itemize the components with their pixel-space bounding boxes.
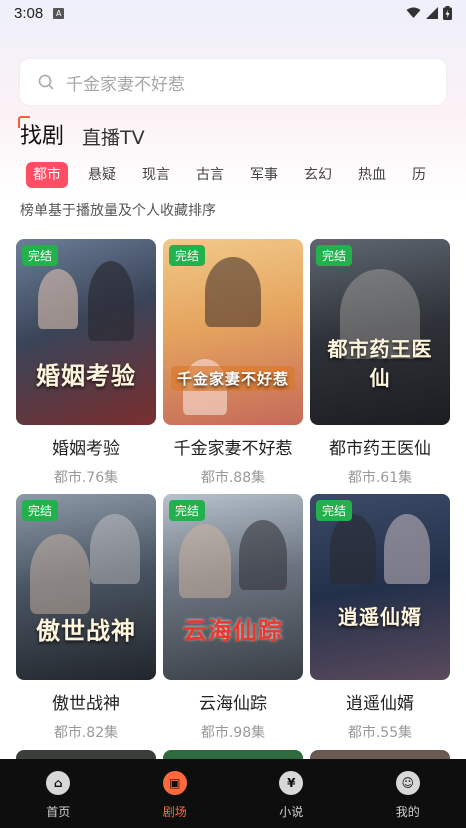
nav-item-profile[interactable]: ☺ 我的 [350, 759, 466, 828]
category-chip-suspense[interactable]: 悬疑 [82, 162, 122, 188]
drama-title: 逍遥仙婿 [346, 694, 414, 714]
nav-label: 首页 [46, 805, 71, 819]
drama-poster: 傲世战神 完结 [16, 494, 156, 680]
category-filter: 都市 悬疑 现言 古言 军事 玄幻 热血历 [26, 162, 466, 188]
novel-icon: ¥ [279, 771, 304, 795]
nav-item-home[interactable]: ⌂ 首页 [0, 759, 117, 828]
search-icon [38, 74, 54, 90]
drama-meta: 都市.98集 [200, 725, 266, 741]
drama-card[interactable]: 逍遥仙婿 完结 逍遥仙婿 都市.55集 [310, 494, 450, 742]
nav-item-novel[interactable]: ¥ 小说 [233, 759, 350, 828]
drama-card[interactable]: 傲世战神 完结 傲世战神 都市.82集 [16, 494, 156, 742]
poster-title-art: 傲世战神 [36, 616, 136, 645]
completed-badge: 完结 [169, 245, 206, 266]
poster-title-art: 都市药王医仙 [327, 337, 433, 390]
nav-item-theater[interactable]: ▣ 剧场 [117, 759, 234, 828]
category-chip-ancient-romance[interactable]: 古言 [190, 162, 230, 188]
drama-card[interactable]: 都市药王医仙 完结 都市药王医仙 都市.61集 [310, 239, 450, 487]
category-chip-history[interactable]: 历 [406, 162, 432, 188]
drama-card[interactable]: 千金家妻不好惹 完结 千金家妻不好惹 都市.88集 [163, 239, 303, 487]
drama-title: 千金家妻不好惹 [173, 439, 293, 459]
nav-label: 我的 [395, 805, 420, 819]
poster-title-art: 婚姻考验 [36, 361, 136, 390]
drama-poster: 云海仙踪 完结 [163, 494, 303, 680]
tab-live-tv[interactable]: 直播TV [82, 123, 145, 150]
drama-meta: 都市.88集 [200, 470, 266, 486]
theater-icon: ▣ [162, 771, 187, 795]
drama-card[interactable]: 婚姻考验 完结 婚姻考验 都市.76集 [16, 239, 156, 487]
completed-badge: 完结 [169, 500, 206, 521]
poster-title-art: 千金家妻不好惹 [171, 366, 295, 391]
category-chip-fantasy[interactable]: 玄幻 [298, 162, 338, 188]
bottom-navigation: ⌂ 首页 ▣ 剧场 ¥ 小说 ☺ 我的 [0, 759, 466, 828]
tab-find-drama[interactable]: 找剧 [17, 116, 64, 150]
category-chip-modern-romance[interactable]: 现言 [136, 162, 176, 188]
drama-meta: 都市.55集 [347, 725, 413, 741]
drama-title: 云海仙踪 [199, 694, 267, 714]
nav-label: 小说 [279, 805, 304, 819]
home-icon: ⌂ [46, 771, 71, 795]
battery-icon [443, 6, 452, 20]
drama-meta: 都市.82集 [53, 725, 119, 741]
drama-poster: 千金家妻不好惹 完结 [163, 239, 303, 425]
completed-badge: 完结 [22, 245, 59, 266]
poster-title-art: 云海仙踪 [183, 616, 283, 645]
category-chip-military[interactable]: 军事 [244, 162, 284, 188]
completed-badge: 完结 [316, 500, 353, 521]
drama-title: 婚姻考验 [52, 439, 120, 459]
drama-meta: 都市.61集 [347, 470, 413, 486]
drama-poster: 逍遥仙婿 完结 [310, 494, 450, 680]
completed-badge: 完结 [22, 500, 59, 521]
profile-icon: ☺ [395, 771, 420, 795]
drama-poster: 都市药王医仙 完结 [310, 239, 450, 425]
ranking-note: 榜单基于播放量及个人收藏排序 [20, 203, 216, 219]
signal-icon [426, 7, 438, 19]
status-time: 3:08 [14, 4, 44, 22]
main-tabs: 找剧 直播TV [17, 116, 145, 150]
category-chip-urban[interactable]: 都市 [26, 162, 68, 188]
drama-meta: 都市.76集 [53, 470, 119, 486]
drama-title: 傲世战神 [52, 694, 120, 714]
notification-icon: A [53, 7, 65, 19]
nav-label: 剧场 [162, 805, 187, 819]
poster-title-art: 逍遥仙婿 [338, 605, 422, 629]
category-chip-action[interactable]: 热血 [352, 162, 392, 188]
drama-poster: 婚姻考验 完结 [16, 239, 156, 425]
search-placeholder: 千金家妻不好惹 [66, 74, 185, 95]
status-bar: 3:08 A [0, 0, 466, 26]
drama-card[interactable]: 云海仙踪 完结 云海仙踪 都市.98集 [163, 494, 303, 742]
search-input[interactable]: 千金家妻不好惹 [20, 59, 446, 105]
completed-badge: 完结 [316, 245, 353, 266]
drama-title: 都市药王医仙 [329, 439, 431, 459]
wifi-icon [406, 7, 421, 18]
